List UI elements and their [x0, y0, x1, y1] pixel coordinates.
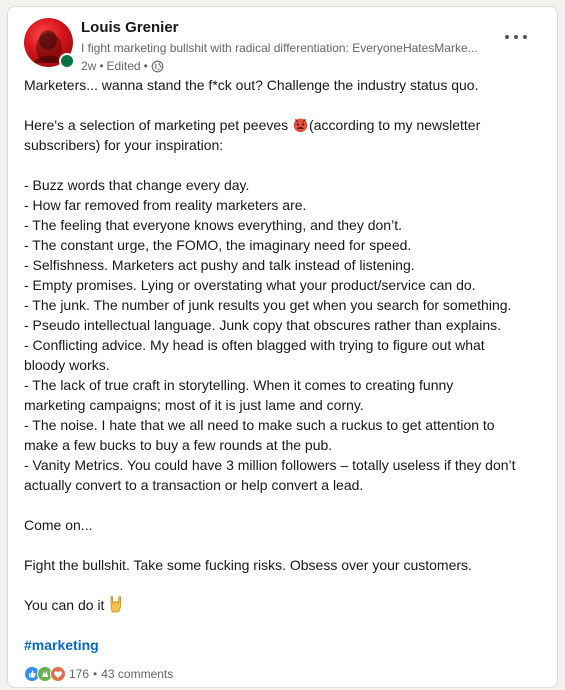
sign-of-the-horns-emoji [110, 596, 122, 613]
meta-separator: • [99, 59, 104, 73]
globe-icon [151, 60, 164, 72]
post-line: actually convert to a transaction or hel… [24, 477, 364, 493]
meta-separator: • [143, 59, 148, 73]
post-line: Here's a selection of marketing pet peev… [24, 115, 546, 135]
post-line: - Conflicting advice. My head is often b… [24, 337, 485, 353]
post-line: You can do it [24, 595, 546, 615]
post-line: Marketers... wanna stand the f*ck out? C… [24, 77, 479, 93]
post-line: marketing campaigns; most of it is just … [24, 397, 364, 413]
post-text: (according to my newsletter [309, 117, 481, 133]
post-line: subscribers) for your inspiration: [24, 137, 224, 153]
post-line: Fight the bullshit. Take some fucking ri… [24, 557, 472, 573]
more-options-button[interactable] [504, 30, 528, 41]
edited-label: Edited [106, 59, 141, 73]
count-separator: • [93, 667, 98, 681]
post-time: 2w [81, 59, 97, 73]
post-line: - The junk. The number of junk results y… [24, 297, 512, 313]
post-line: bloody works. [24, 357, 110, 373]
post-line: - Pseudo intellectual language. Junk cop… [24, 317, 502, 333]
reaction-count[interactable]: 176 [69, 667, 89, 681]
author-headline: I fight marketing bullshit with radical … [81, 41, 478, 55]
post-header: Louis Grenier I fight marketing bullshit… [24, 18, 544, 74]
post-text: You can do it [24, 597, 105, 613]
post-card: Louis Grenier I fight marketing bullshit… [7, 6, 558, 688]
social-counts: 176 • 43 comments [24, 666, 173, 682]
love-reaction-icon [50, 666, 66, 682]
more-horizontal-icon [505, 35, 527, 39]
post-line: - The lack of true craft in storytelling… [24, 377, 454, 393]
post-line: - Empty promises. Lying or overstating w… [24, 277, 476, 293]
reaction-icons[interactable] [24, 666, 66, 682]
post-line: - The constant urge, the FOMO, the imagi… [24, 237, 412, 253]
hashtag-link[interactable]: #marketing [24, 637, 99, 653]
online-status-indicator [59, 53, 75, 69]
pouting-face-emoji [293, 118, 308, 133]
post-line: - How far removed from reality marketers… [24, 197, 307, 213]
author-name[interactable]: Louis Grenier [81, 19, 179, 36]
post-line: make a few bucks to buy a few rounds at … [24, 437, 333, 453]
post-body: Marketers... wanna stand the f*ck out? C… [24, 75, 546, 615]
comments-count-link[interactable]: 43 comments [101, 667, 173, 681]
post-line: - Vanity Metrics. You could have 3 milli… [24, 457, 516, 473]
post-text: Here's a selection of marketing pet peev… [24, 117, 289, 133]
post-line: - The noise. I hate that we all need to … [24, 417, 495, 433]
post-line: - Selfishness. Marketers act pushy and t… [24, 257, 415, 273]
post-line: - The feeling that everyone knows everyt… [24, 217, 402, 233]
post-line: Come on... [24, 517, 93, 533]
post-meta: 2w • Edited • [81, 59, 164, 73]
post-line: - Buzz words that change every day. [24, 177, 250, 193]
